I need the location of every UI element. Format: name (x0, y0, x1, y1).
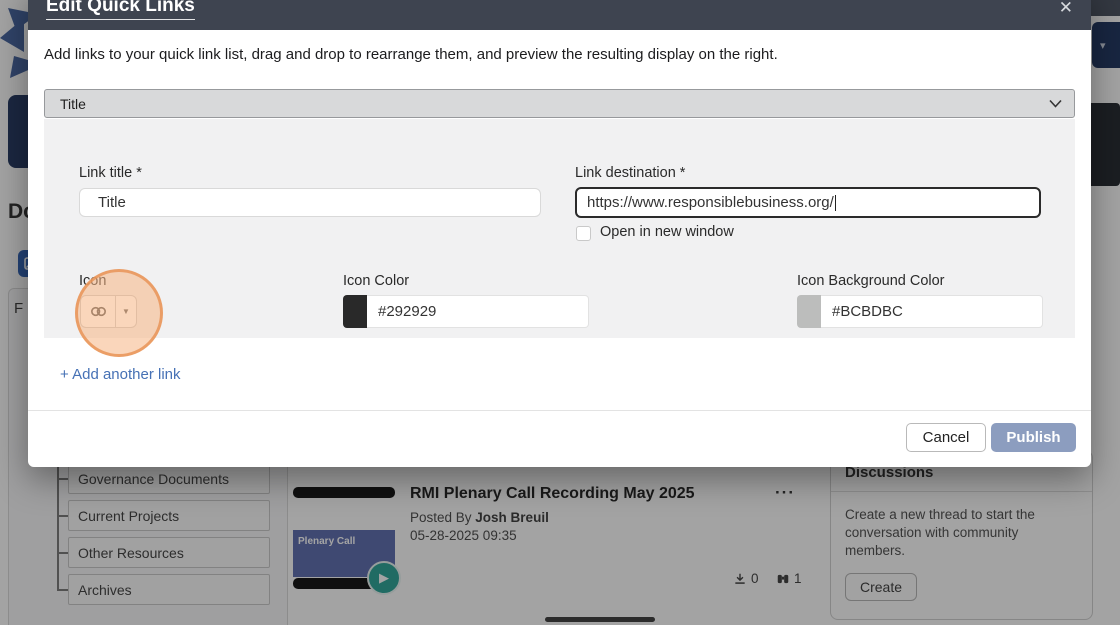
modal-header: Edit Quick Links ✕ (28, 0, 1091, 30)
modal-title: Edit Quick Links (46, 0, 195, 20)
icon-color-field: #292929 (343, 295, 589, 328)
link-accordion-header[interactable]: Title (44, 89, 1075, 118)
link-destination-value: https://www.responsiblebusiness.org/ (587, 194, 834, 211)
link-destination-label: Link destination * (575, 165, 686, 181)
link-chain-icon[interactable] (81, 296, 116, 327)
link-title-value: Title (98, 194, 126, 211)
icon-bg-color-field: #BCBDBC (797, 295, 1043, 328)
publish-button[interactable]: Publish (991, 423, 1076, 452)
add-another-link-button[interactable]: + Add another link (60, 366, 181, 383)
icon-bg-color-value: #BCBDBC (832, 303, 903, 320)
icon-color-value: #292929 (378, 303, 437, 320)
icon-picker-caret-icon[interactable]: ▼ (116, 296, 136, 327)
icon-color-label: Icon Color (343, 273, 410, 289)
modal-body: Add links to your quick link list, drag … (28, 30, 1091, 467)
footer-divider (28, 410, 1091, 411)
link-title-input[interactable]: Title (79, 188, 541, 217)
close-icon[interactable]: ✕ (1059, 0, 1073, 16)
link-destination-input[interactable]: https://www.responsiblebusiness.org/ (575, 187, 1041, 218)
chevron-down-icon[interactable] (1049, 99, 1062, 108)
icon-picker-button[interactable]: ▼ (80, 295, 137, 328)
link-title-label: Link title * (79, 165, 142, 181)
cancel-button[interactable]: Cancel (906, 423, 986, 452)
icon-bg-color-swatch[interactable] (797, 295, 821, 328)
accordion-title: Title (60, 95, 86, 112)
link-form-panel: Link title * Title Link destination * ht… (44, 119, 1075, 338)
icon-bg-color-label: Icon Background Color (797, 273, 945, 289)
text-cursor (834, 194, 836, 211)
edit-quick-links-modal: Edit Quick Links ✕ Add links to your qui… (28, 0, 1091, 467)
icon-bg-color-input[interactable]: #BCBDBC (821, 295, 1043, 328)
open-new-window-label: Open in new window (600, 224, 734, 240)
icon-color-input[interactable]: #292929 (367, 295, 589, 328)
modal-description: Add links to your quick link list, drag … (44, 46, 778, 63)
open-new-window-checkbox[interactable] (576, 226, 591, 241)
icon-color-swatch[interactable] (343, 295, 367, 328)
screen: ▾ Do F Governance Documents Current Proj… (0, 0, 1120, 625)
icon-label: Icon (79, 273, 107, 289)
